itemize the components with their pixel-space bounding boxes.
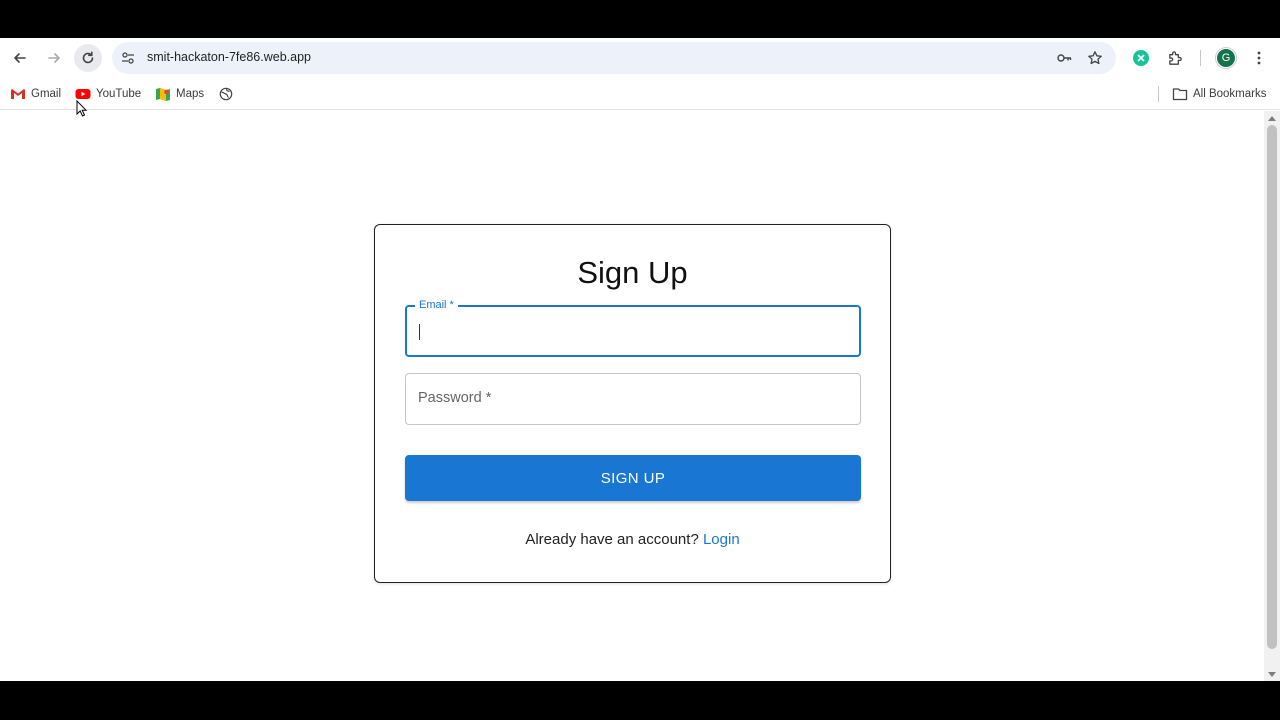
site-settings-icon[interactable] <box>120 50 136 66</box>
toolbar-divider <box>1200 50 1201 66</box>
bookmarks-bar: Gmail YouTube Maps All Bookmarks <box>0 78 1280 110</box>
bookmarks-divider <box>1158 86 1159 102</box>
email-field[interactable]: Email * <box>405 299 861 357</box>
reload-icon <box>82 51 94 64</box>
bookmark-globe[interactable] <box>218 85 234 103</box>
login-prompt: Already have an account? Login <box>375 531 890 548</box>
bookmark-label: Gmail <box>31 88 62 100</box>
browser-window: smit-hackaton-7fe86.web.app G Gmail YouT… <box>0 38 1280 681</box>
signup-card: Sign Up Email * Password * SIGN UP Alrea… <box>374 224 891 583</box>
password-label: Password * <box>418 390 492 406</box>
password-field[interactable]: Password * <box>405 373 861 425</box>
bookmark-maps[interactable]: Maps <box>155 85 204 103</box>
scroll-thumb[interactable] <box>1267 125 1277 649</box>
bookmark-label: Maps <box>176 88 205 100</box>
youtube-icon <box>75 89 91 99</box>
browser-toolbar: smit-hackaton-7fe86.web.app G <box>0 38 1280 78</box>
folder-icon <box>1172 88 1188 101</box>
login-prompt-text: Already have an account? <box>525 531 699 548</box>
scroll-down-arrow[interactable] <box>1268 672 1276 677</box>
arrow-left-icon <box>14 53 26 63</box>
address-bar[interactable]: smit-hackaton-7fe86.web.app <box>112 42 1116 74</box>
forward-button[interactable] <box>40 44 68 72</box>
extensions-puzzle-icon[interactable] <box>1166 49 1184 67</box>
all-bookmarks-button[interactable]: All Bookmarks <box>1172 85 1267 103</box>
key-icon[interactable] <box>1056 50 1072 66</box>
page-title: Sign Up <box>577 255 688 290</box>
url-text[interactable]: smit-hackaton-7fe86.web.app <box>147 50 311 64</box>
vertical-scrollbar[interactable] <box>1264 111 1280 681</box>
all-bookmarks-label: All Bookmarks <box>1193 88 1267 100</box>
email-label: Email * <box>415 299 458 311</box>
star-icon[interactable] <box>1087 50 1103 66</box>
profile-avatar[interactable]: G <box>1216 48 1236 68</box>
grammarly-extension-icon[interactable] <box>1132 49 1150 67</box>
login-link[interactable]: Login <box>703 531 740 548</box>
mouse-cursor-icon <box>76 100 88 117</box>
reload-button[interactable] <box>74 44 102 72</box>
back-button[interactable] <box>6 44 34 72</box>
page-viewport: Sign Up Email * Password * SIGN UP Alrea… <box>0 111 1264 681</box>
maps-icon <box>156 88 170 101</box>
kebab-menu-icon[interactable] <box>1250 49 1268 67</box>
text-caret <box>419 324 420 340</box>
gmail-icon <box>11 89 25 99</box>
scroll-up-arrow[interactable] <box>1268 116 1276 121</box>
globe-icon <box>219 87 233 101</box>
bookmark-label: YouTube <box>96 88 142 100</box>
bookmark-gmail[interactable]: Gmail <box>10 85 61 103</box>
arrow-right-icon <box>48 53 60 63</box>
signup-button[interactable]: SIGN UP <box>405 455 861 501</box>
screen-frame: smit-hackaton-7fe86.web.app G Gmail YouT… <box>0 0 1280 720</box>
